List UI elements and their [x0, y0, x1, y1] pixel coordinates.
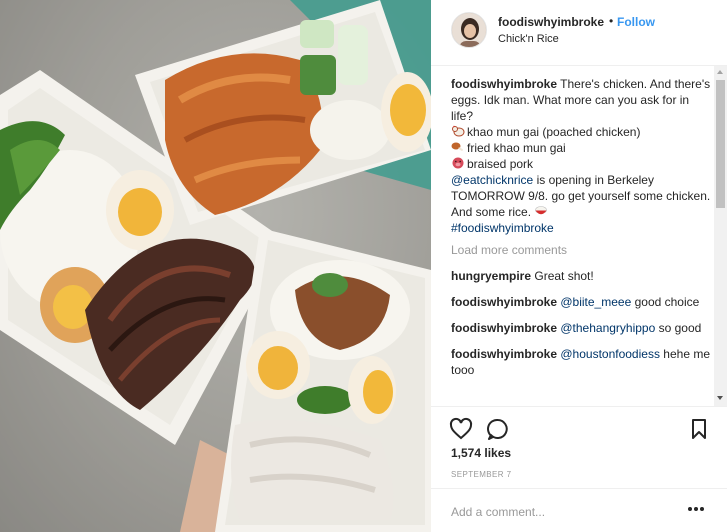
- comment-text: good choice: [634, 295, 700, 309]
- add-comment-input[interactable]: [451, 503, 671, 521]
- chicken-icon: [452, 125, 465, 137]
- caption-hashtag[interactable]: #foodiswhyimbroke: [451, 221, 554, 235]
- comment-item: foodiswhyimbroke @biite_meee good choice: [451, 294, 713, 310]
- caption-item-1: khao mun gai (poached chicken): [467, 125, 641, 139]
- comment-mention[interactable]: @biite_meee: [560, 295, 631, 309]
- location-link[interactable]: Chick'n Rice: [498, 33, 559, 45]
- drumstick-icon: [451, 142, 463, 151]
- load-more-comments-button[interactable]: Load more comments: [451, 242, 713, 258]
- add-comment-bar: [431, 488, 727, 532]
- avatar[interactable]: [451, 12, 487, 48]
- post-actions: [431, 406, 727, 450]
- comment-mention[interactable]: @thehangryhippo: [560, 321, 655, 335]
- comment-bubble-icon[interactable]: [486, 417, 510, 441]
- scroll-down-arrow-icon[interactable]: [717, 396, 723, 400]
- caption-item-2: fried khao mun gai: [467, 141, 566, 155]
- comment-mention[interactable]: @houstonfoodiess: [560, 347, 660, 361]
- comments-list[interactable]: foodiswhyimbroke There's chicken. And th…: [451, 76, 713, 406]
- food-photo-illustration: [0, 0, 431, 532]
- comment-username[interactable]: foodiswhyimbroke: [451, 321, 557, 335]
- post-side-panel: foodiswhyimbroke • Follow Chick'n Rice f…: [431, 0, 727, 532]
- scroll-up-arrow-icon[interactable]: [717, 70, 723, 74]
- pig-icon: [452, 157, 464, 169]
- caption-mention[interactable]: @eatchicknrice: [451, 173, 533, 187]
- comment-text: Great shot!: [534, 269, 594, 283]
- heart-icon[interactable]: [449, 417, 473, 441]
- comment-item: hungryempire Great shot!: [451, 268, 713, 284]
- post-caption: foodiswhyimbroke There's chicken. And th…: [451, 76, 713, 236]
- post-date[interactable]: SEPTEMBER 7: [451, 470, 511, 479]
- comment-item: foodiswhyimbroke @thehangryhippo so good: [451, 320, 713, 336]
- comment-username[interactable]: hungryempire: [451, 269, 531, 283]
- caption-username[interactable]: foodiswhyimbroke: [451, 77, 557, 91]
- scrollbar-thumb[interactable]: [716, 80, 725, 208]
- caption-item-3: braised pork: [467, 157, 534, 171]
- comment-username[interactable]: foodiswhyimbroke: [451, 347, 557, 361]
- post-header: foodiswhyimbroke • Follow Chick'n Rice: [431, 0, 727, 66]
- post-photo[interactable]: [0, 0, 431, 532]
- more-options-icon[interactable]: [686, 499, 706, 519]
- header-username[interactable]: foodiswhyimbroke: [498, 15, 604, 29]
- rice-bowl-icon: [535, 206, 548, 215]
- comment-username[interactable]: foodiswhyimbroke: [451, 295, 557, 309]
- comment-item: foodiswhyimbroke @houstonfoodiess hehe m…: [451, 346, 713, 378]
- likes-count[interactable]: 1,574 likes: [451, 446, 511, 460]
- avatar-image: [452, 13, 486, 47]
- header-separator: •: [609, 14, 614, 28]
- follow-button[interactable]: Follow: [617, 15, 655, 29]
- bookmark-icon[interactable]: [687, 417, 711, 441]
- comment-text: so good: [658, 321, 702, 335]
